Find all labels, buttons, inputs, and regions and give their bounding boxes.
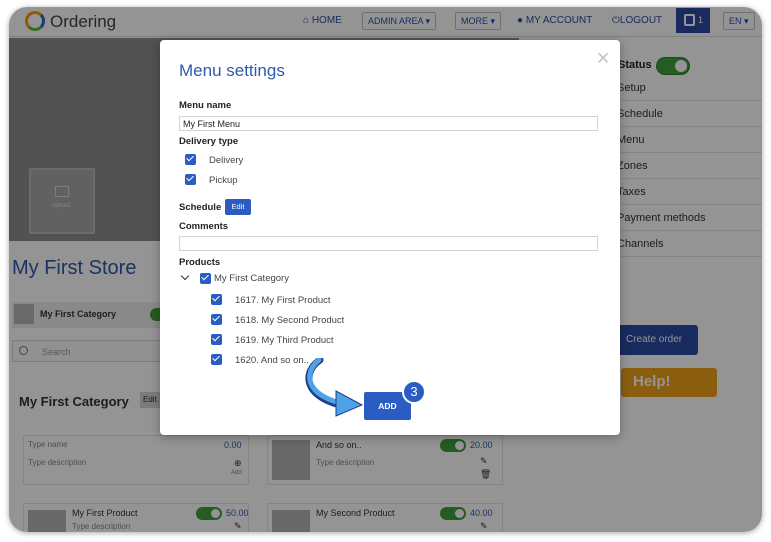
step-badge: 3: [402, 380, 426, 404]
pickup-option-label: Pickup: [209, 175, 238, 186]
product-checkbox[interactable]: [211, 334, 222, 345]
menu-settings-modal: Menu settings ✕ Menu name My First Menu …: [160, 40, 620, 435]
delivery-option-label: Delivery: [209, 155, 244, 166]
delivery-type-label: Delivery type: [179, 136, 239, 147]
product-checkbox-label: 1620. And so on..: [235, 355, 309, 366]
schedule-label: Schedule: [179, 202, 222, 213]
chevron-down-icon[interactable]: [180, 271, 190, 281]
delivery-checkbox[interactable]: [185, 154, 196, 165]
menu-name-label: Menu name: [179, 100, 232, 111]
app-window: Ordering ⌂ HOME ADMIN AREA ▾ MORE ▾ ● MY…: [9, 7, 762, 532]
product-checkbox[interactable]: [211, 314, 222, 325]
product-checkbox-label: 1618. My Second Product: [235, 315, 345, 326]
modal-title: Menu settings: [179, 61, 285, 80]
menu-name-input[interactable]: My First Menu: [179, 116, 598, 131]
close-icon[interactable]: ✕: [596, 49, 610, 69]
pointer-arrow-icon: [305, 358, 364, 417]
product-checkbox-label: 1617. My First Product: [235, 295, 331, 306]
pickup-checkbox[interactable]: [185, 174, 196, 185]
product-checkbox[interactable]: [211, 294, 222, 305]
schedule-edit-button[interactable]: Edit: [225, 199, 251, 215]
comments-input[interactable]: [179, 236, 598, 251]
comments-label: Comments: [179, 221, 229, 232]
category-checkbox[interactable]: [200, 273, 211, 284]
product-checkbox[interactable]: [211, 354, 222, 365]
product-checkbox-label: 1619. My Third Product: [235, 335, 334, 346]
category-checkbox-label: My First Category: [214, 273, 289, 284]
products-label: Products: [179, 257, 221, 268]
